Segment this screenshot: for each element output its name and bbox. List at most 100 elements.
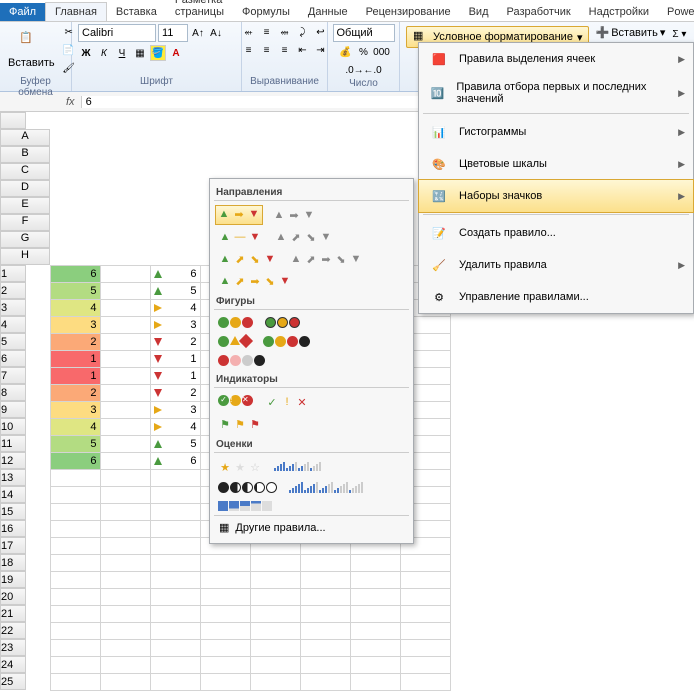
cell[interactable] — [200, 554, 250, 571]
cell[interactable]: 2 — [50, 333, 100, 350]
orientation-icon[interactable]: ⤸ — [295, 24, 311, 40]
iconset-4arrows-gray[interactable]: ▲⬈⬊▼ — [272, 228, 335, 246]
cell[interactable] — [100, 588, 150, 605]
iconset-3trafficlights-rimmed[interactable] — [263, 315, 302, 330]
font-name-select[interactable] — [78, 24, 156, 42]
cell[interactable]: 6 — [50, 452, 100, 469]
col-header[interactable]: H — [0, 248, 50, 265]
cell[interactable] — [300, 571, 350, 588]
row-header[interactable]: 15 — [0, 503, 26, 520]
cell[interactable] — [350, 673, 400, 690]
align-left-icon[interactable]: ≡ — [241, 42, 257, 58]
cell[interactable] — [300, 605, 350, 622]
cell[interactable] — [100, 282, 150, 299]
cell[interactable]: 5 — [50, 282, 100, 299]
iconset-redtoblack[interactable] — [216, 353, 267, 368]
row-header[interactable]: 8 — [0, 384, 26, 401]
cell[interactable] — [350, 622, 400, 639]
cell[interactable]: 5 — [150, 282, 200, 299]
cell[interactable]: 3 — [50, 401, 100, 418]
cell[interactable] — [100, 554, 150, 571]
row-header[interactable]: 4 — [0, 316, 26, 333]
cell[interactable] — [100, 333, 150, 350]
cell[interactable] — [250, 656, 300, 673]
cell[interactable] — [100, 418, 150, 435]
row-header[interactable]: 11 — [0, 435, 26, 452]
cell[interactable] — [100, 316, 150, 333]
border-button[interactable]: ▦ — [132, 45, 148, 61]
align-top-icon[interactable]: ⬴ — [241, 24, 257, 40]
select-all-corner[interactable] — [0, 112, 26, 129]
color-scales-item[interactable]: 🎨 Цветовые шкалы ▶ — [419, 148, 693, 180]
number-format-select[interactable] — [333, 24, 395, 42]
paste-button[interactable]: 📋 Вставить — [6, 29, 57, 71]
cell[interactable] — [150, 656, 200, 673]
cell[interactable] — [100, 639, 150, 656]
cell[interactable] — [50, 639, 100, 656]
grow-font-icon[interactable]: A↑ — [190, 25, 206, 41]
cell[interactable] — [300, 588, 350, 605]
cell[interactable]: 6 — [150, 265, 200, 282]
insert-cells-button[interactable]: ➕ Вставить ▾ — [595, 26, 665, 39]
cell[interactable] — [50, 554, 100, 571]
cell[interactable] — [50, 486, 100, 503]
data-bars-item[interactable]: 📊 Гистограммы ▶ — [419, 116, 693, 148]
align-mid-icon[interactable]: ≡ — [259, 24, 275, 40]
cell[interactable] — [50, 656, 100, 673]
iconset-3arrows-gray[interactable]: ▲➡▼ — [270, 206, 318, 224]
cell[interactable] — [100, 265, 150, 282]
cell[interactable] — [100, 350, 150, 367]
row-header[interactable]: 7 — [0, 367, 26, 384]
iconset-5quarters[interactable] — [216, 480, 279, 495]
tab-home[interactable]: Главная — [45, 2, 107, 21]
cell[interactable]: 4 — [150, 299, 200, 316]
col-header[interactable]: A — [0, 129, 50, 146]
cell[interactable]: 3 — [50, 316, 100, 333]
col-header[interactable]: E — [0, 197, 50, 214]
cell[interactable] — [300, 673, 350, 690]
tab-insert[interactable]: Вставка — [107, 3, 166, 21]
cell[interactable] — [350, 639, 400, 656]
shrink-font-icon[interactable]: A↓ — [208, 25, 224, 41]
cell[interactable] — [250, 622, 300, 639]
cell[interactable] — [350, 554, 400, 571]
cell[interactable] — [150, 554, 200, 571]
cell[interactable] — [250, 554, 300, 571]
cell[interactable] — [100, 469, 150, 486]
cell[interactable] — [400, 622, 450, 639]
tab-review[interactable]: Рецензирование — [357, 3, 460, 21]
row-header[interactable]: 21 — [0, 605, 26, 622]
cell[interactable]: 6 — [150, 452, 200, 469]
cell[interactable] — [100, 622, 150, 639]
icon-sets-item[interactable]: 🔣 Наборы значков ▶ — [418, 179, 694, 213]
cell[interactable] — [200, 571, 250, 588]
bold-button[interactable]: Ж — [78, 45, 94, 61]
italic-button[interactable]: К — [96, 45, 112, 61]
new-rule-item[interactable]: 📝 Создать правило... — [419, 217, 693, 249]
tab-powerp[interactable]: PowerP — [658, 3, 694, 21]
cell[interactable] — [100, 605, 150, 622]
cell[interactable]: 4 — [150, 418, 200, 435]
row-header[interactable]: 22 — [0, 622, 26, 639]
cell[interactable]: 6 — [50, 265, 100, 282]
cell[interactable]: 3 — [150, 401, 200, 418]
col-header[interactable]: G — [0, 231, 50, 248]
iconset-5ratings[interactable] — [287, 480, 365, 495]
cell[interactable] — [150, 571, 200, 588]
cell[interactable] — [100, 571, 150, 588]
highlight-rules-item[interactable]: 🟥 Правила выделения ячеек ▶ — [419, 43, 693, 75]
cell[interactable] — [50, 622, 100, 639]
cell[interactable] — [300, 554, 350, 571]
row-header[interactable]: 6 — [0, 350, 26, 367]
cell[interactable] — [400, 605, 450, 622]
iconset-4ratings[interactable] — [272, 458, 323, 476]
iconset-3symbols-circled[interactable]: ✓!✕ — [216, 393, 255, 411]
percent-icon[interactable]: % — [356, 44, 372, 60]
cell[interactable] — [250, 605, 300, 622]
iconset-3triangles[interactable]: ▲—▼ — [216, 228, 264, 246]
cell[interactable]: 2 — [150, 384, 200, 401]
row-header[interactable]: 17 — [0, 537, 26, 554]
cell[interactable] — [350, 656, 400, 673]
cell[interactable] — [100, 520, 150, 537]
currency-icon[interactable]: 💰 — [338, 44, 354, 60]
